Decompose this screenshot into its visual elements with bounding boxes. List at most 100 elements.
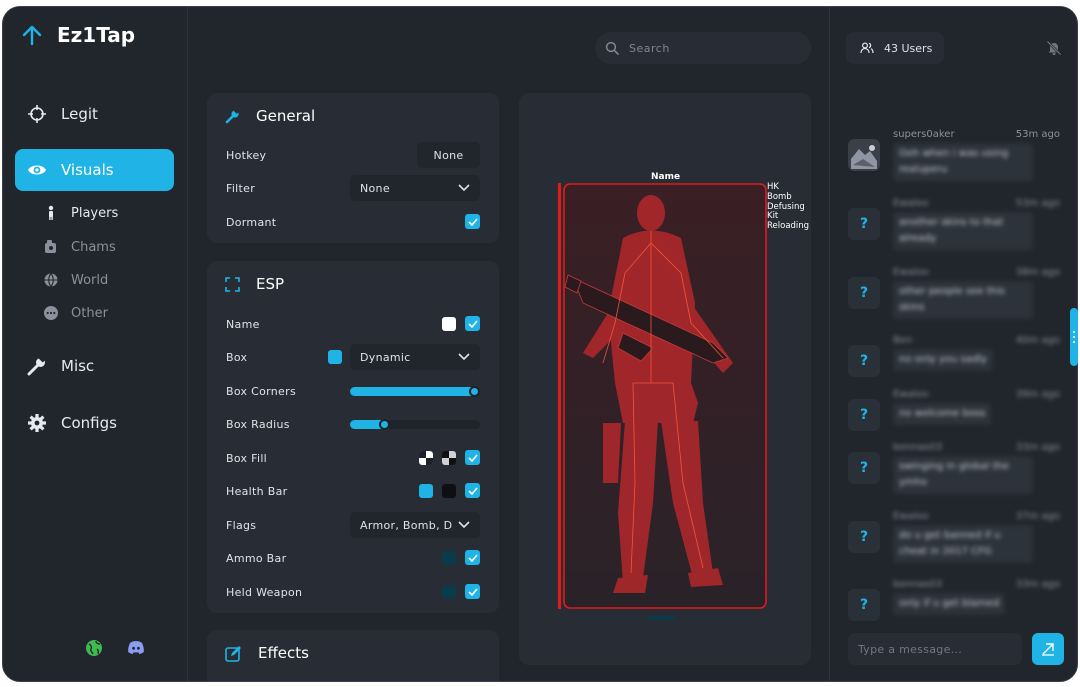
box-fill-color-swatch[interactable] <box>419 451 433 465</box>
eye-icon <box>28 165 46 175</box>
discord-icon[interactable] <box>127 639 145 657</box>
hotkey-button[interactable]: None <box>417 142 480 168</box>
search-input[interactable]: Search <box>595 32 811 64</box>
check-icon <box>467 553 478 562</box>
ammo-color-swatch[interactable] <box>442 551 456 565</box>
subnav-item-chams[interactable]: Chams <box>43 239 116 255</box>
box-corners-slider[interactable] <box>350 386 480 397</box>
globe-icon[interactable] <box>85 639 103 657</box>
user-avatar[interactable] <box>848 139 880 171</box>
subnav-item-players[interactable]: Players <box>43 205 118 221</box>
name-checkbox[interactable] <box>465 316 480 331</box>
box-fill-color-swatch-2[interactable] <box>442 451 456 465</box>
globe-icon <box>44 273 58 287</box>
users-online-badge[interactable]: 43 Users <box>846 32 944 64</box>
nav-item-legit[interactable]: Legit <box>15 93 174 135</box>
more-icon <box>44 306 58 320</box>
user-avatar[interactable]: ? <box>848 521 880 553</box>
bell-off-icon[interactable] <box>1046 40 1062 56</box>
dormant-checkbox[interactable] <box>465 214 480 229</box>
chevron-down-icon <box>458 521 470 529</box>
effects-panel: Effects <box>207 630 499 681</box>
preview-name-tag: Name <box>651 172 681 182</box>
slider-handle[interactable] <box>469 386 480 397</box>
health-color-swatch[interactable] <box>419 484 433 498</box>
user-avatar[interactable]: ? <box>848 452 880 484</box>
box-radius-slider[interactable] <box>350 419 480 430</box>
crosshair-icon <box>28 105 46 123</box>
box-corners-row: Box Corners <box>226 379 481 403</box>
nav-label: Configs <box>61 414 117 432</box>
main-content: Search General Hotkey None Filter None D… <box>189 7 829 681</box>
chat-message: supers0aker 53m ago Ooh when i was using… <box>848 129 1060 185</box>
nav-item-configs[interactable]: Configs <box>15 402 174 444</box>
general-title: General <box>225 107 315 125</box>
filter-dropdown[interactable]: None <box>350 175 480 201</box>
subnav-label: Players <box>71 205 119 221</box>
held-weapon-checkbox[interactable] <box>465 584 480 599</box>
chat-scroll-handle[interactable] <box>1070 308 1078 366</box>
name-color-swatch[interactable] <box>442 317 456 331</box>
slider-handle[interactable] <box>379 419 390 430</box>
box-label: Box <box>226 350 248 364</box>
flags-dropdown[interactable]: Armor, Bomb, D <box>350 512 480 538</box>
health-bar-label: Health Bar <box>226 484 288 498</box>
send-icon <box>1042 643 1054 656</box>
box-type-dropdown[interactable]: Dynamic <box>350 344 480 370</box>
chevron-down-icon <box>458 184 470 192</box>
send-button[interactable] <box>1032 633 1064 665</box>
box-fill-checkbox[interactable] <box>465 450 480 465</box>
users-icon <box>860 42 874 54</box>
filter-label: Filter <box>226 181 256 195</box>
user-avatar[interactable]: ? <box>848 345 880 377</box>
chat-panel: 43 Users supers0aker 53m ago Ooh when i … <box>829 7 1077 681</box>
user-avatar[interactable]: ? <box>848 589 880 621</box>
chat-message: ? Ewaloo 53m ago another skins to that a… <box>848 198 1060 254</box>
sidebar-footer <box>85 639 145 657</box>
app-title: Ez1Tap <box>57 23 136 47</box>
bounding-box-icon <box>225 276 240 292</box>
chevron-down-icon <box>458 353 470 361</box>
name-label: Name <box>226 317 260 331</box>
box-corners-label: Box Corners <box>226 384 296 398</box>
chat-message: ? Ewaloo 39m ago no welcome boss <box>848 389 1060 445</box>
check-icon <box>467 453 478 462</box>
preview-flags: HK Bomb Defusing Kit Reloading <box>767 182 810 232</box>
health-bar-checkbox[interactable] <box>465 483 480 498</box>
subnav-item-other[interactable]: Other <box>43 305 108 321</box>
ammo-bar-preview <box>649 616 675 620</box>
box-radius-row: Box Radius <box>226 412 481 436</box>
chat-message-input[interactable]: Type a message... <box>848 633 1022 665</box>
paint-icon <box>45 240 56 253</box>
esp-preview-panel: Name HK Bomb Defusing Kit Reloading <box>519 93 811 665</box>
nav-label: Misc <box>61 357 95 375</box>
nav-item-visuals[interactable]: Visuals <box>15 149 174 191</box>
box-radius-label: Box Radius <box>226 417 290 431</box>
chat-message: ? Ewaloo 37m ago do u get banned if u ch… <box>848 511 1060 567</box>
check-icon <box>467 319 478 328</box>
held-weapon-color-swatch[interactable] <box>442 585 456 599</box>
chat-input-placeholder: Type a message... <box>858 642 963 656</box>
hotkey-label: Hotkey <box>226 148 267 162</box>
health-bar-preview <box>558 183 561 609</box>
health-bg-color-swatch[interactable] <box>442 484 456 498</box>
nav-label: Legit <box>61 105 98 123</box>
sidebar: Ez1Tap Legit Visuals Players Chams World… <box>3 7 188 681</box>
subnav-item-world[interactable]: World <box>43 272 108 288</box>
box-color-swatch[interactable] <box>328 350 342 364</box>
arrow-up-icon <box>22 25 42 46</box>
user-avatar[interactable]: ? <box>848 399 880 431</box>
search-icon <box>605 41 619 55</box>
subnav-label: Chams <box>71 239 116 255</box>
held-weapon-label: Held Weapon <box>226 585 303 599</box>
nav-item-misc[interactable]: Misc <box>15 345 174 387</box>
user-avatar[interactable]: ? <box>848 277 880 309</box>
box-fill-label: Box Fill <box>226 451 268 465</box>
wrench-icon <box>225 108 239 123</box>
esp-title: ESP <box>225 275 284 293</box>
chat-message: ? bennas03 33m ago only if u get blamed <box>848 579 1060 635</box>
general-panel: General Hotkey None Filter None Dormant <box>207 93 499 243</box>
ammo-bar-checkbox[interactable] <box>465 550 480 565</box>
chat-message: ? Ben 40m ago no only you sadly <box>848 335 1060 391</box>
user-avatar[interactable]: ? <box>848 208 880 240</box>
